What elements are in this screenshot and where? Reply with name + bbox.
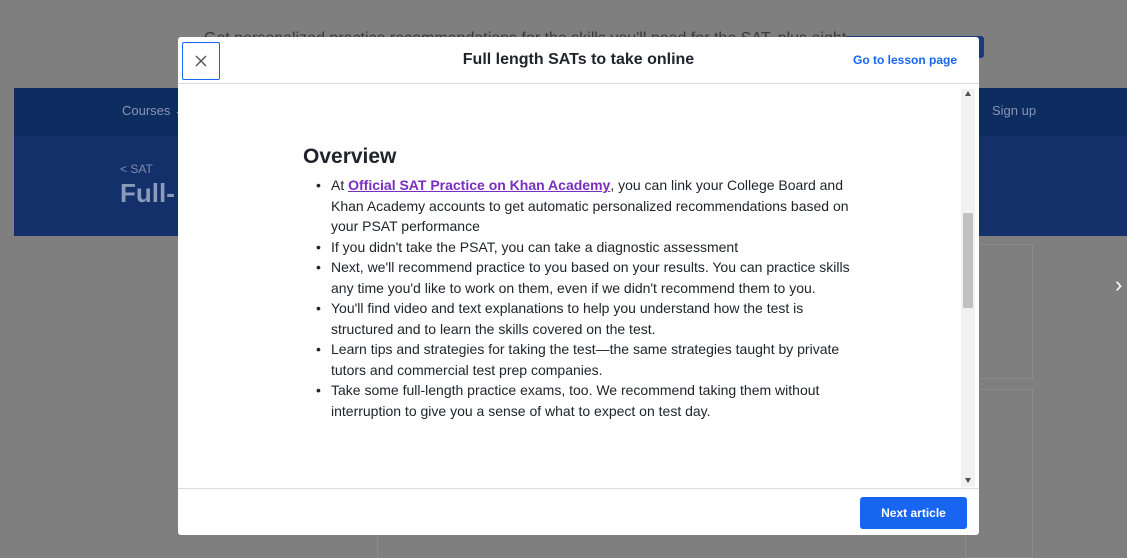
page-title: Full- (120, 178, 175, 208)
go-to-lesson-link[interactable]: Go to lesson page (853, 53, 957, 67)
article-content: Overview • At Official SAT Practice on Kh… (303, 145, 853, 421)
list-item: • Learn tips and strategies for taking th… (316, 341, 840, 378)
list-item: • Take some full-length practice exams, t… (316, 382, 820, 419)
signup-link[interactable]: Sign up (992, 103, 1036, 118)
divider (377, 536, 378, 558)
modal-body: Overview • At Official SAT Practice on Kh… (178, 85, 979, 487)
modal-footer: Next article (178, 488, 979, 535)
scroll-up-icon[interactable] (965, 91, 971, 96)
article-heading: Overview (303, 145, 397, 168)
next-article-button[interactable]: Next article (860, 497, 967, 529)
scroll-down-icon[interactable] (965, 478, 971, 483)
list-item: • If you didn't take the PSAT, you can ta… (316, 238, 739, 255)
list-item: • You'll find video and text explanations… (316, 300, 804, 337)
sat-practice-link[interactable]: Official SAT Practice on Khan Academy (348, 177, 610, 193)
breadcrumb[interactable]: < SAT (120, 162, 153, 176)
list-item: • At Official SAT Practice on Khan Academ… (316, 177, 849, 234)
chevron-right-icon[interactable]: › (1115, 272, 1122, 298)
article-modal: Full length SATs to take online Go to le… (178, 37, 979, 535)
courses-menu[interactable]: Courses ⌄ (122, 103, 185, 119)
scrollbar[interactable] (961, 89, 975, 487)
scroll-thumb[interactable] (963, 213, 973, 308)
list-item: • Next, we'll recommend practice to you b… (316, 259, 850, 296)
article-list: • At Official SAT Practice on Khan Academ… (303, 175, 853, 421)
modal-header: Full length SATs to take online Go to le… (178, 37, 979, 84)
